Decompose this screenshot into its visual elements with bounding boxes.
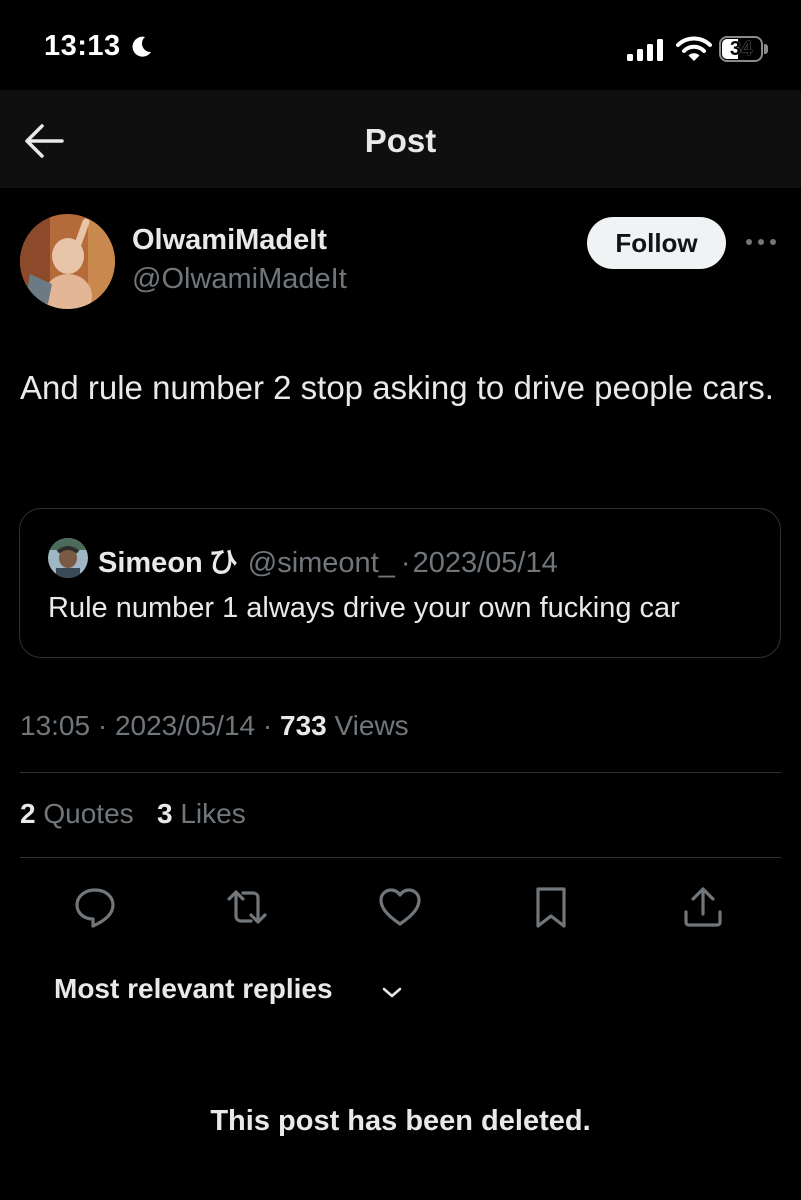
- follow-button[interactable]: Follow: [587, 217, 726, 269]
- like-icon[interactable]: [377, 884, 423, 930]
- likes-label: Likes: [180, 798, 246, 829]
- wifi-icon: [676, 36, 712, 61]
- post-stats: 2 Quotes 3 Likes: [20, 798, 246, 830]
- quotes-label: Quotes: [43, 798, 134, 829]
- share-icon[interactable]: [680, 884, 726, 930]
- repost-icon[interactable]: [224, 884, 270, 930]
- avatar-image: [20, 214, 115, 309]
- quote-header: Simeon ひ @simeont_ ·2023/05/14: [98, 539, 558, 581]
- views-label: Views: [334, 710, 409, 741]
- divider: [20, 772, 781, 773]
- post-date: 2023/05/14: [114, 710, 256, 741]
- quote-author-badge: ひ: [208, 547, 238, 579]
- battery-icon: 34: [719, 36, 769, 62]
- quotes-stat[interactable]: 2 Quotes: [20, 798, 134, 829]
- chevron-down-icon[interactable]: [378, 982, 406, 1002]
- divider: [20, 857, 781, 858]
- deleted-post-notice: This post has been deleted.: [210, 1105, 591, 1137]
- author-handle[interactable]: @OlwamiMadeIt: [132, 263, 347, 296]
- cellular-signal-icon: [627, 39, 663, 61]
- quote-separator: ·: [400, 547, 411, 579]
- ellipsis-icon[interactable]: [743, 232, 779, 252]
- quote-author-name[interactable]: Simeon: [98, 547, 203, 579]
- likes-count: 3: [156, 798, 173, 829]
- status-time: 13:13: [44, 30, 121, 62]
- replies-sort-dropdown[interactable]: Most relevant replies: [54, 973, 333, 1005]
- quoted-post-card[interactable]: [19, 508, 781, 658]
- quote-avatar: [48, 538, 88, 578]
- quotes-count: 2: [20, 798, 36, 829]
- page-title: Post: [364, 122, 437, 159]
- reply-icon[interactable]: [72, 884, 118, 930]
- quote-avatar-image: [48, 538, 88, 578]
- quote-date: 2023/05/14: [412, 547, 558, 579]
- views-count: 733: [280, 710, 327, 741]
- moon-icon: [132, 36, 151, 57]
- post-text: And rule number 2 stop asking to drive p…: [20, 369, 774, 406]
- author-name[interactable]: OlwamiMadeIt: [132, 224, 327, 257]
- quote-author-handle[interactable]: @simeont_: [248, 547, 395, 579]
- bookmark-icon[interactable]: [528, 884, 574, 930]
- avatar[interactable]: [20, 214, 115, 309]
- battery-percentage: 34: [729, 38, 753, 60]
- quote-text: Rule number 1 always drive your own fuck…: [48, 592, 680, 624]
- post-time: 13:05: [20, 710, 91, 741]
- likes-stat[interactable]: 3 Likes: [157, 798, 246, 829]
- post-meta: 13:05 · 2023/05/14 · 733 Views: [20, 710, 409, 741]
